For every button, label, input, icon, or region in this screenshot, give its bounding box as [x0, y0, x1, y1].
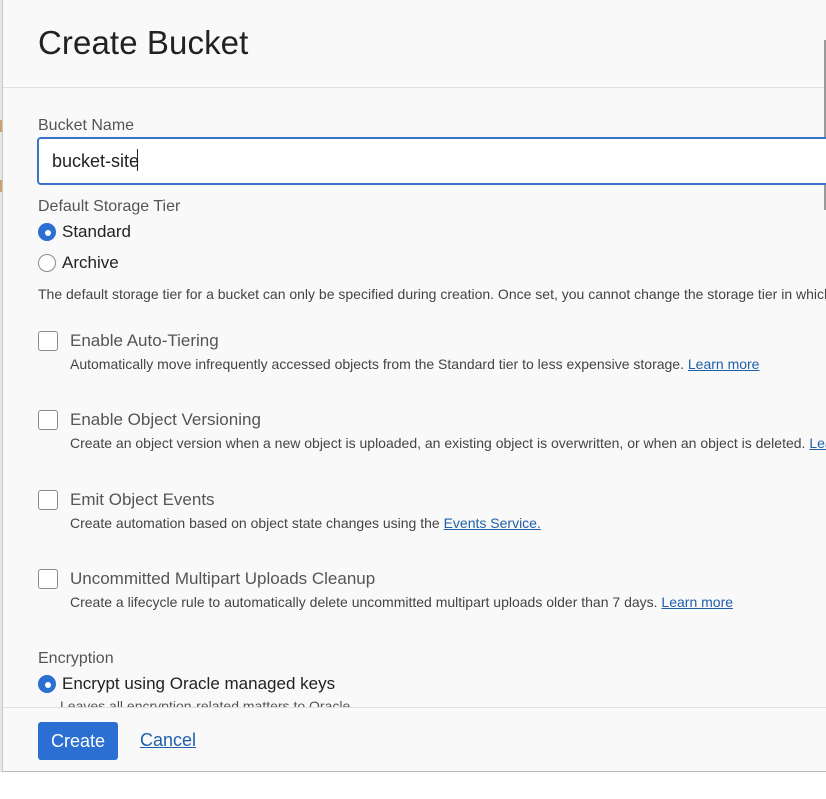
object-versioning-checkbox[interactable]	[38, 410, 58, 430]
auto-tiering-checkbox[interactable]	[38, 331, 58, 351]
emit-events-checkbox[interactable]	[38, 490, 58, 510]
object-versioning-title: Enable Object Versioning	[70, 410, 261, 429]
encryption-label: Encryption	[38, 650, 114, 667]
multipart-cleanup-desc-text: Create a lifecycle rule to automatically…	[70, 594, 662, 610]
storage-tier-label: Default Storage Tier	[38, 198, 181, 215]
cancel-link[interactable]: Cancel	[140, 730, 196, 751]
panel-footer: Create Cancel	[3, 707, 826, 771]
multipart-cleanup-desc: Create a lifecycle rule to automatically…	[70, 594, 733, 610]
radio-oracle-managed-keys[interactable]: Encrypt using Oracle managed keys	[38, 674, 335, 694]
object-versioning-desc: Create an object version when a new obje…	[70, 435, 826, 451]
page-title: Create Bucket	[38, 24, 249, 61]
auto-tiering-desc: Automatically move infrequently accessed…	[70, 356, 759, 372]
bucket-name-input[interactable]	[38, 138, 826, 184]
radio-standard[interactable]: Standard	[38, 222, 131, 242]
storage-tier-note: The default storage tier for a bucket ca…	[38, 286, 826, 302]
auto-tiering-learn-more-link[interactable]: Learn more	[688, 356, 760, 372]
create-button[interactable]: Create	[38, 722, 118, 760]
emit-events-desc: Create automation based on object state …	[70, 515, 541, 531]
encryption-option-desc: Leaves all encryption-related matters to…	[60, 698, 355, 707]
radio-archive-indicator[interactable]	[38, 254, 56, 272]
panel-body: Bucket Name Default Storage Tier Standar…	[3, 88, 826, 707]
emit-events-desc-text: Create automation based on object state …	[70, 515, 444, 531]
multipart-cleanup-learn-more-link[interactable]: Learn more	[661, 594, 733, 610]
auto-tiering-desc-text: Automatically move infrequently accessed…	[70, 356, 688, 372]
object-versioning-desc-text: Create an object version when a new obje…	[70, 435, 810, 451]
text-caret	[137, 149, 138, 171]
emit-events-title: Emit Object Events	[70, 490, 215, 509]
multipart-cleanup-title: Uncommitted Multipart Uploads Cleanup	[70, 569, 376, 588]
panel-header: Create Bucket	[3, 0, 826, 88]
radio-oracle-managed-keys-indicator[interactable]	[38, 675, 56, 693]
radio-archive[interactable]: Archive	[38, 253, 119, 273]
create-bucket-panel: Create Bucket Bucket Name Default Storag…	[2, 0, 826, 772]
radio-standard-label: Standard	[62, 222, 131, 241]
bucket-name-label: Bucket Name	[38, 117, 135, 134]
radio-archive-label: Archive	[62, 253, 119, 272]
multipart-cleanup-checkbox[interactable]	[38, 569, 58, 589]
radio-oracle-managed-keys-label: Encrypt using Oracle managed keys	[62, 674, 336, 693]
radio-standard-indicator[interactable]	[38, 223, 56, 241]
events-service-link[interactable]: Events Service.	[444, 515, 541, 531]
auto-tiering-title: Enable Auto-Tiering	[70, 331, 219, 350]
object-versioning-learn-more-link[interactable]: Learn	[809, 435, 826, 451]
